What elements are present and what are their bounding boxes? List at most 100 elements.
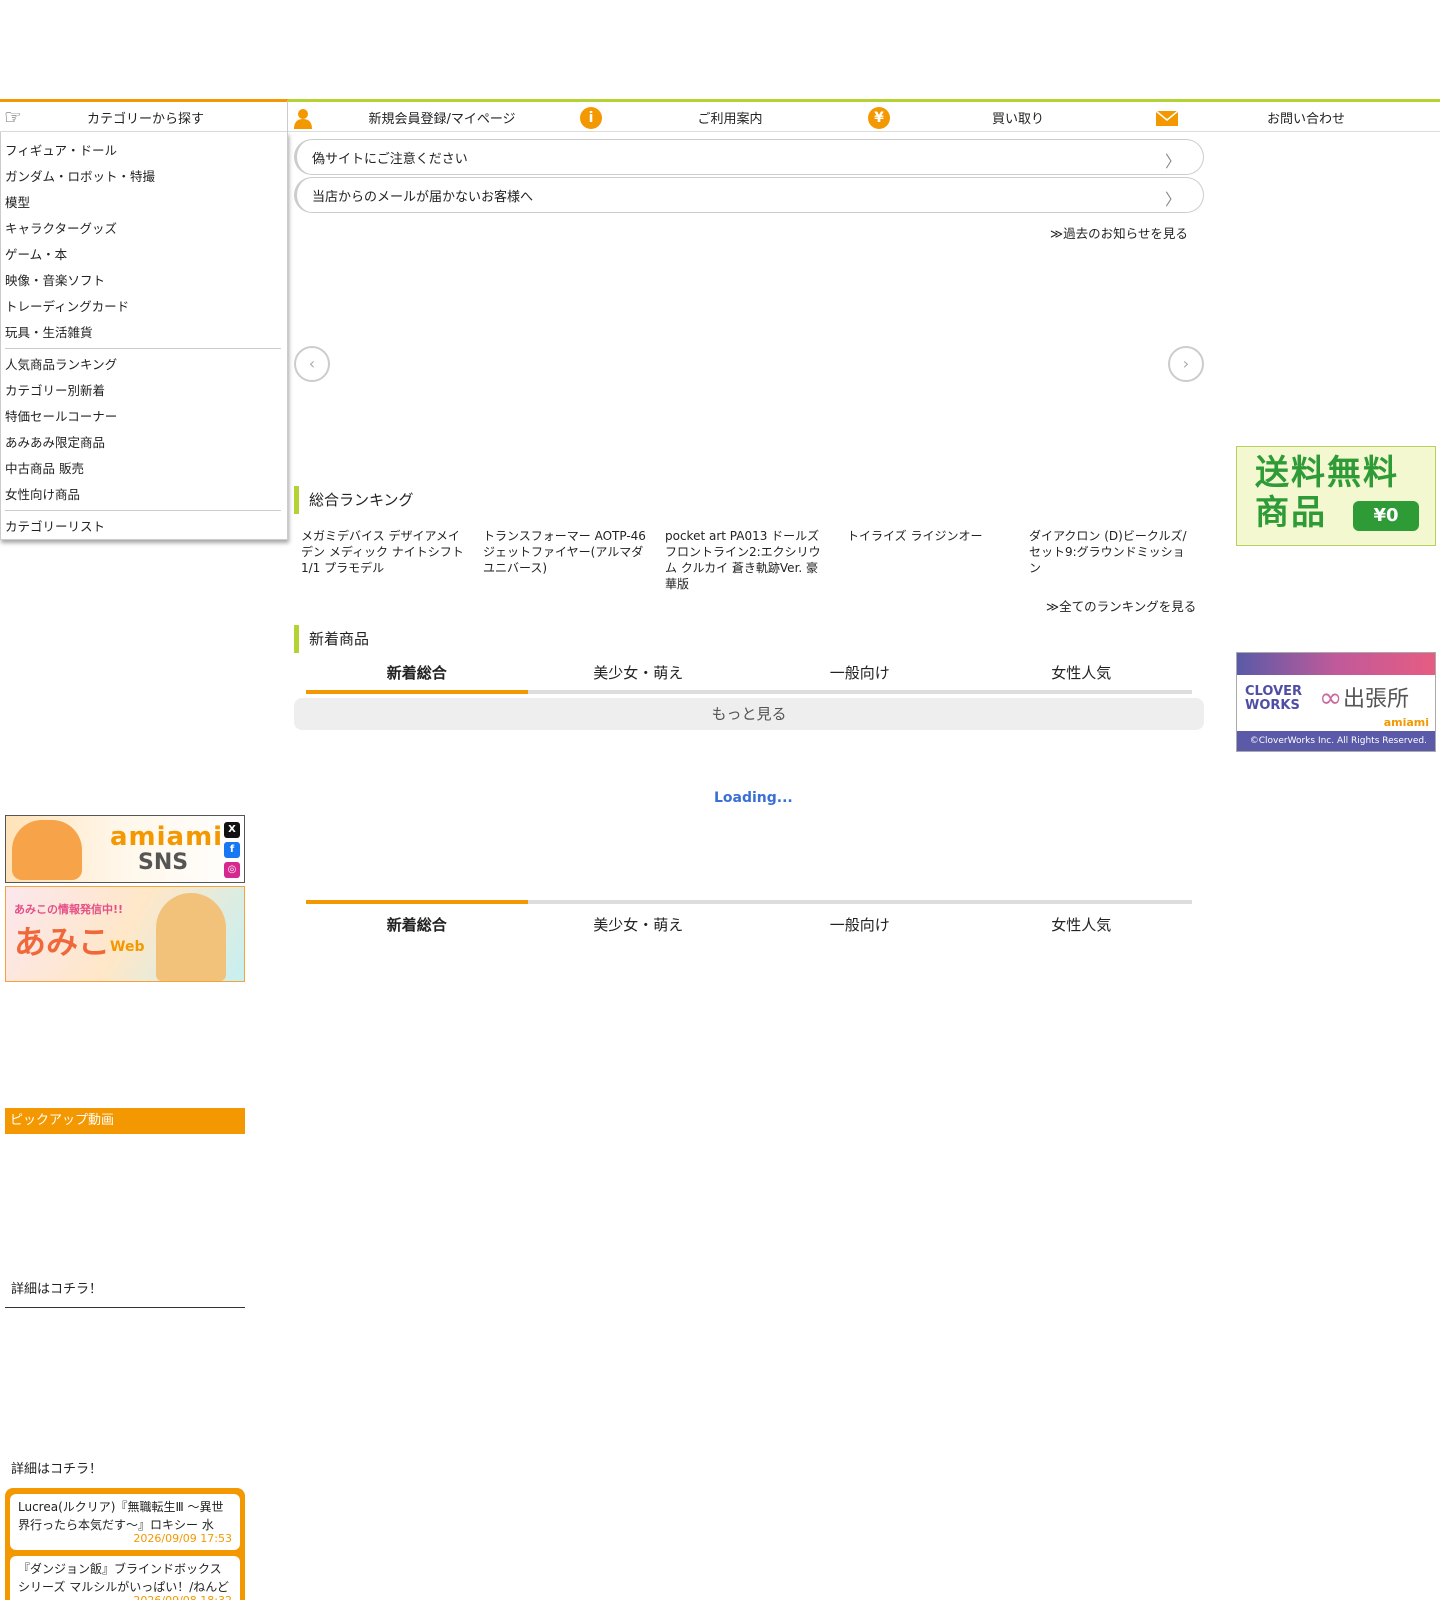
truck-icon: ¥0 xyxy=(1353,501,1419,531)
new-items-tabs-bottom: 新着総合 美少女・萌え 一般向け 女性人気 xyxy=(306,900,1192,936)
ranking-title: 総合ランキング xyxy=(294,486,414,514)
tab-general[interactable]: 一般向け xyxy=(749,658,971,694)
category-link[interactable]: 模型 xyxy=(5,190,281,216)
main-nav: 新規会員登録/マイページ i ご利用案内 ¥ 買い取り お問い合わせ xyxy=(288,99,1440,132)
divider xyxy=(5,510,281,511)
notice-text: 偽サイトにご注意ください xyxy=(312,151,468,167)
news-feed: Lucrea(ルクリア)『無職転生Ⅲ ～異世界行ったら本気だす～』ロキシー 水 … xyxy=(5,1488,245,1600)
special-link[interactable]: 女性向け商品 xyxy=(5,482,281,508)
nav-contact-label: お問い合わせ xyxy=(1266,111,1345,127)
banner-gradient xyxy=(1237,653,1435,675)
top-nav: ☞ カテゴリーから探す 新規会員登録/マイページ i ご利用案内 ¥ 買い取り … xyxy=(0,99,1440,132)
chevron-right-icon: 〉 xyxy=(1164,152,1181,171)
category-menu-label: カテゴリーから探す xyxy=(86,111,204,127)
news-date: 2026/09/08 18:32 xyxy=(133,1592,232,1600)
nav-buyback[interactable]: ¥ 買い取り xyxy=(864,102,1152,132)
category-link[interactable]: 玩具・生活雑貨 xyxy=(5,320,281,346)
banner-body: CLOVER WORKS ∞ 出張所 amiami xyxy=(1237,675,1435,731)
sns-label: SNS xyxy=(138,850,189,875)
mascot-image xyxy=(12,820,82,880)
tab-general[interactable]: 一般向け xyxy=(749,900,971,936)
notice-email[interactable]: 当店からのメールが届かないお客様へ 〉 xyxy=(294,177,1204,213)
free-shipping-banner[interactable]: 送料無料 商品 ¥0 xyxy=(1236,446,1436,546)
details-link[interactable]: 詳細はコチラ！ xyxy=(11,1458,102,1477)
amiami-label: amiami xyxy=(1383,716,1429,729)
amiko-title: あみこ xyxy=(14,923,111,961)
instagram-icon[interactable]: ◎ xyxy=(224,862,240,878)
chevron-right-icon: 〉 xyxy=(1164,190,1181,209)
category-link[interactable]: フィギュア・ドール xyxy=(5,138,281,164)
pointing-hand-icon: ☞ xyxy=(4,105,22,129)
special-link[interactable]: 特価セールコーナー xyxy=(5,404,281,430)
tab-new-all[interactable]: 新着総合 xyxy=(306,658,528,694)
free-shipping-price: ¥0 xyxy=(1373,505,1399,526)
category-menu-button[interactable]: ☞ カテゴリーから探す xyxy=(0,99,288,132)
facebook-icon[interactable]: f xyxy=(224,842,240,858)
ranking-item[interactable]: トランスフォーマー AOTP-46 ジェットファイヤー(アルマダユニバース) xyxy=(483,528,648,576)
mail-icon xyxy=(1156,110,1178,126)
nav-guide[interactable]: i ご利用案内 xyxy=(576,102,864,132)
category-list-link[interactable]: カテゴリーリスト xyxy=(5,514,281,540)
yen-icon: ¥ xyxy=(868,107,890,129)
category-dropdown: フィギュア・ドール ガンダム・ロボット・特撮 模型 キャラクターグッズ ゲーム・… xyxy=(0,132,288,540)
new-items-title: 新着商品 xyxy=(294,625,369,653)
news-text: Lucrea(ルクリア)『無職転生Ⅲ ～異世界行ったら本気だす～』ロキシー 水 xyxy=(18,1500,224,1532)
branch-label: 出張所 xyxy=(1343,687,1410,712)
logo-line: CLOVER xyxy=(1245,684,1303,699)
notice-fake-site[interactable]: 偽サイトにご注意ください 〉 xyxy=(294,139,1204,175)
tab-female[interactable]: 女性人気 xyxy=(970,658,1192,694)
news-item[interactable]: Lucrea(ルクリア)『無職転生Ⅲ ～異世界行ったら本気だす～』ロキシー 水 … xyxy=(10,1494,240,1550)
tab-new-all[interactable]: 新着総合 xyxy=(306,900,528,936)
all-ranking-link[interactable]: ≫全てのランキングを見る xyxy=(1046,596,1196,615)
category-link[interactable]: キャラクターグッズ xyxy=(5,216,281,242)
amiami-sns-banner[interactable]: amiami SNS X f ◎ xyxy=(5,815,245,883)
past-notices-link[interactable]: ≫過去のお知らせを見る xyxy=(1050,223,1188,242)
clover-icon: ∞ xyxy=(1319,681,1343,714)
nav-register-label: 新規会員登録/マイページ xyxy=(368,111,516,127)
amiko-tagline: あみこの情報発信中!! xyxy=(14,903,124,916)
nav-buyback-label: 買い取り xyxy=(991,111,1044,127)
tab-bishoujo[interactable]: 美少女・萌え xyxy=(527,658,749,694)
show-more-button[interactable]: もっと見る xyxy=(294,698,1204,730)
chevron-right-icon: › xyxy=(1182,354,1190,373)
amiko-character-image xyxy=(156,893,226,981)
category-link[interactable]: ガンダム・ロボット・特撮 xyxy=(5,164,281,190)
category-link[interactable]: ゲーム・本 xyxy=(5,242,281,268)
cloverworks-logo: CLOVER WORKS xyxy=(1245,685,1302,713)
slider-prev-button[interactable]: ‹ xyxy=(294,346,330,382)
logo-line: WORKS xyxy=(1245,698,1300,713)
special-link[interactable]: 人気商品ランキング xyxy=(5,352,281,378)
tab-female[interactable]: 女性人気 xyxy=(970,900,1192,936)
divider xyxy=(5,348,281,349)
category-link[interactable]: トレーディングカード xyxy=(5,294,281,320)
nav-contact[interactable]: お問い合わせ xyxy=(1152,102,1440,132)
cloverworks-banner[interactable]: CLOVER WORKS ∞ 出張所 amiami ©CloverWorks I… xyxy=(1236,652,1436,752)
chevron-left-icon: ‹ xyxy=(308,354,316,373)
ranking-item[interactable]: トイライズ ライジンオー xyxy=(847,528,1012,544)
user-icon xyxy=(294,109,312,129)
ranking-item[interactable]: ダイアクロン (D)ビークルズ/セット9:グラウンドミッション xyxy=(1029,528,1194,576)
special-link[interactable]: 中古商品 販売 xyxy=(5,456,281,482)
amiko-web-label: Web xyxy=(110,939,145,955)
special-link[interactable]: カテゴリー別新着 xyxy=(5,378,281,404)
amiko-web-banner[interactable]: あみこの情報発信中!! あみこ Web xyxy=(5,886,245,982)
slider-next-button[interactable]: › xyxy=(1168,346,1204,382)
news-date: 2026/09/09 17:53 xyxy=(133,1532,232,1545)
news-item[interactable]: 『ダンジョン飯』ブラインドボックスシリーズ マルシルがいっぱい！/ねんどろ 20… xyxy=(10,1556,240,1600)
nav-register-mypage[interactable]: 新規会員登録/マイページ xyxy=(288,102,576,132)
free-shipping-line1: 送料無料 xyxy=(1255,453,1399,493)
amiami-logo: amiami xyxy=(110,822,224,852)
notice-text: 当店からのメールが届かないお客様へ xyxy=(312,189,534,205)
loading-indicator: Loading... xyxy=(714,790,793,806)
ranking-item[interactable]: pocket art PA013 ドールズフロントライン2:エクシリウム クルカ… xyxy=(665,528,830,592)
details-link[interactable]: 詳細はコチラ！ xyxy=(5,1276,245,1308)
x-icon[interactable]: X xyxy=(224,822,240,838)
ranking-item[interactable]: メガミデバイス デザイアメイデン メディック ナイトシフト 1/1 プラモデル xyxy=(301,528,466,576)
special-link[interactable]: あみあみ限定商品 xyxy=(5,430,281,456)
info-icon: i xyxy=(580,107,602,129)
tab-bishoujo[interactable]: 美少女・萌え xyxy=(527,900,749,936)
pickup-video-header: ピックアップ動画 xyxy=(5,1108,245,1134)
copyright-text: ©CloverWorks Inc. All Rights Reserved. xyxy=(1237,731,1435,751)
new-items-tabs: 新着総合 美少女・萌え 一般向け 女性人気 xyxy=(306,658,1192,694)
category-link[interactable]: 映像・音楽ソフト xyxy=(5,268,281,294)
